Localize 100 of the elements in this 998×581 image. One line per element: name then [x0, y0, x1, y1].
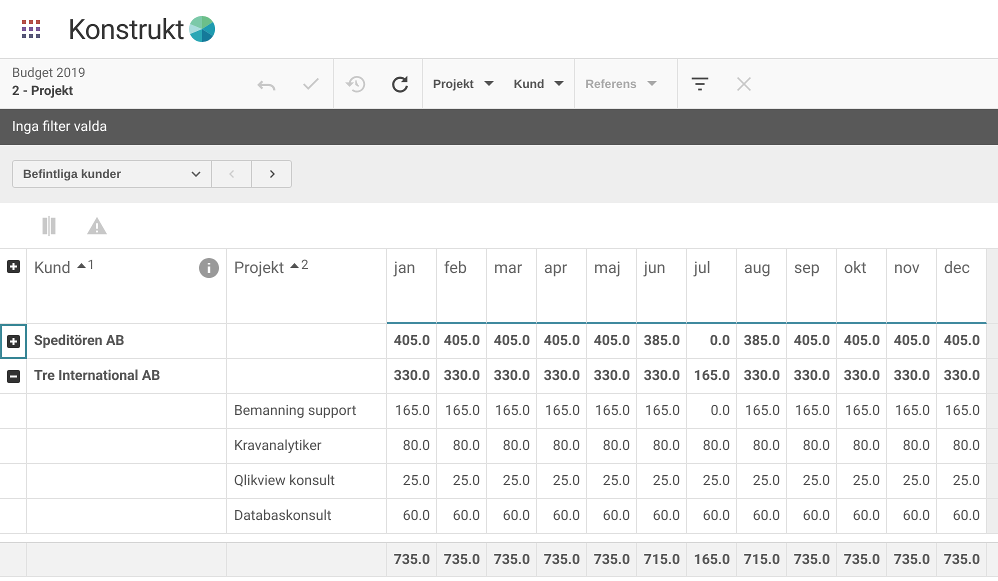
month-header: feb: [444, 258, 467, 277]
project-name: Databaskonsult: [227, 499, 387, 534]
dimension-dropdown[interactable]: Projekt: [423, 59, 504, 108]
total-cell: 735.0: [837, 543, 887, 577]
table-cell: 330.0: [537, 359, 587, 394]
total-cell: 735.0: [787, 543, 837, 577]
project-name: Kravanalytiker: [227, 429, 387, 464]
table-cell: 0.0: [687, 324, 737, 359]
table-cell: 0.0: [687, 394, 737, 429]
table-cell: 165.0: [787, 394, 837, 429]
table-cell: 165.0: [837, 394, 887, 429]
table-cell: 80.0: [787, 429, 837, 464]
table-cell: 165.0: [687, 359, 737, 394]
month-header: jul: [694, 258, 711, 277]
table-cell: 330.0: [637, 359, 687, 394]
table-cell: 405.0: [837, 324, 887, 359]
table-cell: 25.0: [887, 464, 937, 499]
table-cell: 80.0: [737, 429, 787, 464]
table-cell: 330.0: [587, 359, 637, 394]
table-cell: 25.0: [637, 464, 687, 499]
total-cell: 735.0: [537, 543, 587, 577]
table-cell: [0, 499, 27, 534]
table-cell: [987, 429, 998, 464]
table-cell: 25.0: [387, 464, 437, 499]
logo-text: Konstrukt: [68, 12, 184, 46]
column-header[interactable]: Kund: [34, 258, 71, 277]
month-header: apr: [544, 258, 568, 277]
table-cell: [0, 464, 27, 499]
total-cell: 735.0: [487, 543, 537, 577]
table-cell: 60.0: [687, 499, 737, 534]
table-cell: 80.0: [437, 429, 487, 464]
table-cell: 330.0: [487, 359, 537, 394]
table-cell: 330.0: [887, 359, 937, 394]
column-header[interactable]: Projekt: [234, 258, 284, 277]
table-cell: 165.0: [587, 394, 637, 429]
caret-icon: [554, 81, 564, 86]
table-cell: 60.0: [787, 499, 837, 534]
table-cell: 405.0: [887, 324, 937, 359]
table-cell: 385.0: [737, 324, 787, 359]
dimension-dropdown[interactable]: Kund: [504, 59, 574, 108]
sort-indicator: 2: [290, 258, 308, 273]
table-cell: 330.0: [437, 359, 487, 394]
table-cell: 385.0: [637, 324, 687, 359]
table-cell: 80.0: [837, 429, 887, 464]
total-cell: 735.0: [387, 543, 437, 577]
expand-icon[interactable]: [6, 334, 20, 348]
month-header: nov: [894, 258, 920, 277]
info-icon[interactable]: [199, 258, 219, 278]
table-cell: 405.0: [487, 324, 537, 359]
table-cell: [0, 429, 27, 464]
table-cell: 330.0: [737, 359, 787, 394]
total-cell: 735.0: [937, 543, 987, 577]
month-header: jun: [644, 258, 666, 277]
table-cell: 25.0: [837, 464, 887, 499]
total-cell: 735.0: [887, 543, 937, 577]
table-cell: [987, 499, 998, 534]
next-button[interactable]: [252, 160, 292, 188]
customer-name: Tre International AB: [27, 359, 227, 394]
apps-menu-icon[interactable]: [22, 20, 40, 38]
table-cell: 330.0: [387, 359, 437, 394]
table-cell: 60.0: [887, 499, 937, 534]
table-cell: 80.0: [637, 429, 687, 464]
month-header: dec: [944, 258, 970, 277]
table-cell: 60.0: [387, 499, 437, 534]
customer-select[interactable]: Befintliga kunder: [12, 160, 212, 188]
table-cell: [987, 324, 998, 359]
table-cell: 60.0: [837, 499, 887, 534]
table-cell: 60.0: [487, 499, 537, 534]
collapse-icon[interactable]: [6, 370, 20, 382]
chevron-down-icon: [191, 171, 201, 177]
table-cell: 60.0: [587, 499, 637, 534]
table-cell: 165.0: [437, 394, 487, 429]
table-cell: 165.0: [487, 394, 537, 429]
table-cell: 60.0: [637, 499, 687, 534]
table-cell: 405.0: [787, 324, 837, 359]
expand-icon[interactable]: [6, 260, 20, 273]
table-cell: 25.0: [687, 464, 737, 499]
total-cell: 715.0: [637, 543, 687, 577]
table-cell: 165.0: [637, 394, 687, 429]
month-header: mar: [494, 258, 522, 277]
table-cell: 330.0: [787, 359, 837, 394]
total-cell: 165.0: [687, 543, 737, 577]
table-cell: 405.0: [437, 324, 487, 359]
project-name: Bemanning support: [227, 394, 387, 429]
chevron-left-icon: [226, 169, 236, 179]
caret-icon: [484, 81, 494, 86]
table-cell: 80.0: [887, 429, 937, 464]
table-cell: 60.0: [437, 499, 487, 534]
table-cell: 80.0: [587, 429, 637, 464]
table-cell: 25.0: [737, 464, 787, 499]
sort-indicator: 1: [76, 258, 95, 273]
table-cell: 25.0: [537, 464, 587, 499]
table-cell: 25.0: [587, 464, 637, 499]
budget-title: Budget 2019: [12, 66, 86, 81]
table-cell: 25.0: [437, 464, 487, 499]
table-cell: 80.0: [687, 429, 737, 464]
caret-icon: [646, 81, 657, 86]
logo-icon: [188, 15, 216, 43]
table-cell: 165.0: [887, 394, 937, 429]
table-cell: 25.0: [787, 464, 837, 499]
